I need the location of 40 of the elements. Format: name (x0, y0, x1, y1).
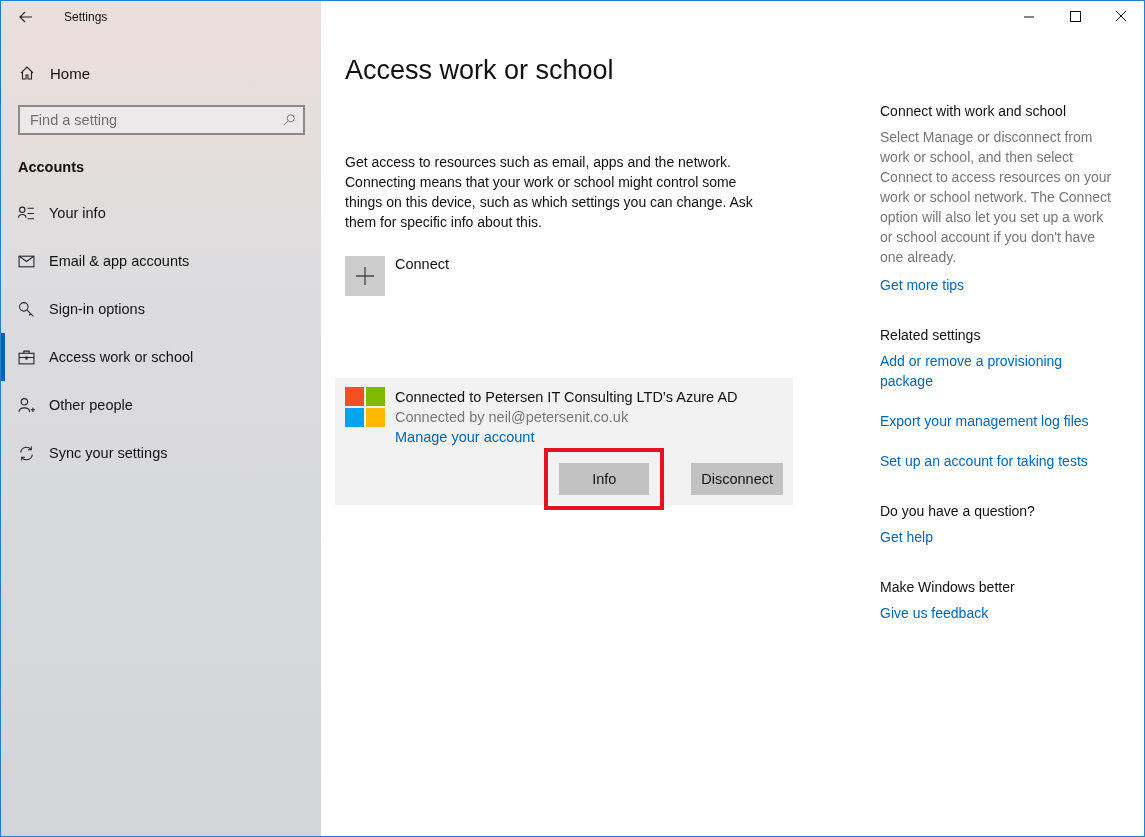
aside-heading: Connect with work and school (880, 103, 1067, 119)
search-field[interactable]: Find a setting (18, 105, 305, 135)
aside-link[interactable]: Set up an account for taking tests (880, 451, 1112, 471)
back-arrow-icon[interactable] (18, 9, 34, 25)
sidebar-item[interactable]: Other people (1, 381, 321, 429)
page-title: Access work or school (345, 55, 615, 86)
sidebar-item[interactable]: Sign-in options (1, 285, 321, 333)
person-list-icon (18, 204, 35, 222)
account-button[interactable]: Info (559, 463, 650, 495)
aside-link[interactable]: Get help (880, 527, 1112, 547)
aside-link[interactable]: Give us feedback (880, 603, 1112, 623)
aside-heading: Do you have a question? (880, 503, 1036, 519)
windows-logo-icon (345, 387, 385, 427)
aside-text: Select Manage or disconnect from work or school, and then select Connect to access resources on your work or school network. The Connect option will also let you set up a work or school account if you don't have one already. (880, 128, 1112, 267)
manage-account-link[interactable]: Manage your account (395, 427, 738, 447)
person-add-icon (18, 396, 35, 414)
aside-link[interactable]: Export your management log files (880, 411, 1112, 431)
add-tile[interactable] (345, 256, 385, 296)
sync-icon (18, 444, 35, 462)
section-heading: Accounts (17, 158, 86, 175)
window-title: Settings (64, 10, 108, 24)
account-title: Connected to Petersen IT Consulting LTD’s Azure AD (395, 388, 738, 407)
page-description: Get access to resources such as email, apps and the network. Connecting means that your work or school might control some things on this device, such as which settings you can change. Ask them for specific info about this. (345, 153, 754, 232)
home-link[interactable]: Home (50, 64, 90, 82)
connect-button[interactable]: Connect (395, 256, 449, 272)
account-subtitle: Connected by neil@petersenit.co.uk (395, 408, 630, 427)
aside-link[interactable]: Get more tips (880, 275, 1112, 295)
key-icon (18, 300, 35, 318)
account-button[interactable]: Disconnect (691, 463, 783, 495)
briefcase-icon (18, 348, 35, 366)
plus-icon (355, 266, 375, 286)
aside-link[interactable]: Add or remove a provisioning package (880, 351, 1112, 391)
search-icon (282, 113, 296, 127)
home-icon (19, 65, 35, 81)
aside-heading: Make Windows better (880, 579, 1016, 595)
aside-heading: Related settings (880, 327, 982, 343)
sidebar-item[interactable]: Your info (1, 189, 321, 237)
sidebar-item[interactable]: Sync your settings (1, 429, 321, 477)
sidebar-item[interactable]: Access work or school (1, 333, 321, 381)
sidebar-item[interactable]: Email & app accounts (1, 237, 321, 285)
